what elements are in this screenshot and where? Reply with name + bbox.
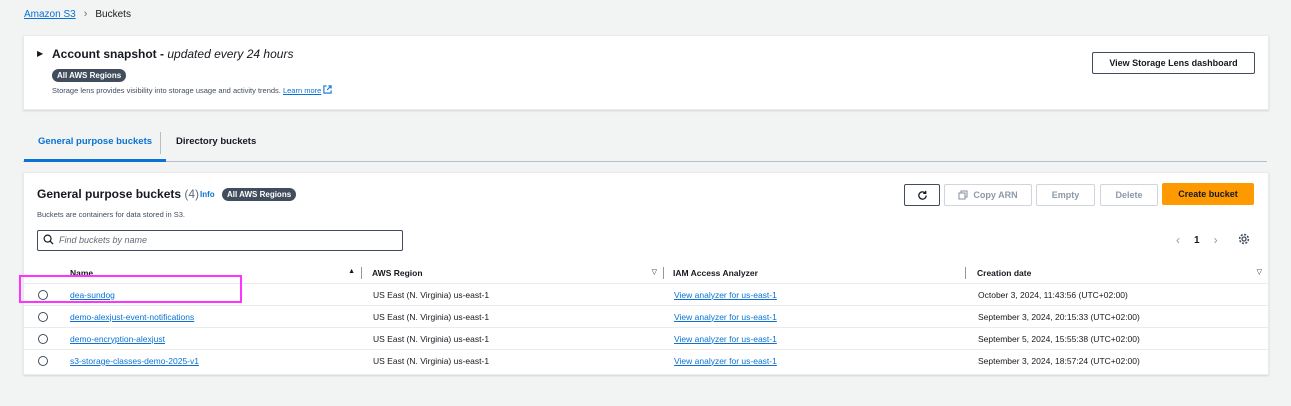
name-cell: demo-encryption-alexjust [70, 327, 361, 350]
bucket-count: (4) [184, 187, 200, 201]
select-cell [24, 305, 70, 328]
info-link[interactable]: Info [200, 190, 215, 199]
panel-description: Buckets are containers for data stored i… [37, 210, 185, 219]
created-cell: October 3, 2024, 11:43:56 (UTC+02:00) [965, 283, 1268, 306]
sort-down-icon[interactable]: ▽ [652, 268, 657, 276]
all-regions-badge: All AWS Regions [52, 69, 127, 82]
delete-button[interactable]: Delete [1100, 184, 1158, 206]
gear-icon[interactable] [1238, 233, 1250, 245]
breadcrumb: Amazon S3 › Buckets [24, 8, 131, 20]
refresh-button[interactable] [904, 184, 940, 206]
region-cell: US East (N. Virginia) us-east-1 [361, 327, 663, 350]
view-analyzer-link[interactable]: View analyzer for us-east-1 [674, 334, 777, 344]
table-row: demo-encryption-alexjust US East (N. Vir… [24, 327, 1268, 350]
column-header-created[interactable]: Creation date ▽ [965, 263, 1268, 284]
expand-caret-icon[interactable]: ▶ [37, 49, 43, 58]
buckets-panel: General purpose buckets (4) Info All AWS… [23, 172, 1269, 375]
bucket-name-link[interactable]: s3-storage-classes-demo-2025-v1 [70, 356, 199, 366]
snapshot-title-separator: - [160, 47, 165, 61]
pagination: ‹ 1 › [1176, 233, 1218, 247]
sort-ascending-icon[interactable]: ▲ [348, 268, 355, 275]
snapshot-title-text: Account snapshot [52, 47, 157, 61]
sort-down-icon[interactable]: ▽ [1257, 268, 1262, 276]
analyzer-cell: View analyzer for us-east-1 [663, 305, 965, 328]
view-storage-lens-button[interactable]: View Storage Lens dashboard [1092, 52, 1255, 74]
search-icon [43, 234, 54, 245]
row-radio[interactable] [38, 311, 48, 322]
highlight-annotation [19, 275, 242, 303]
analyzer-cell: View analyzer for us-east-1 [663, 283, 965, 306]
tab-divider [160, 132, 161, 154]
region-cell: US East (N. Virginia) us-east-1 [361, 305, 663, 328]
column-created-label: Creation date [977, 268, 1032, 278]
view-analyzer-link[interactable]: View analyzer for us-east-1 [674, 356, 777, 366]
tab-general-purpose-buckets[interactable]: General purpose buckets [23, 136, 167, 162]
account-snapshot-panel: ▶ Account snapshot - updated every 24 ho… [23, 35, 1269, 110]
name-cell: s3-storage-classes-demo-2025-v1 [70, 350, 361, 372]
created-cell: September 5, 2024, 15:55:38 (UTC+02:00) [965, 327, 1268, 350]
create-bucket-button[interactable]: Create bucket [1162, 183, 1254, 205]
select-cell [24, 350, 70, 372]
region-cell: US East (N. Virginia) us-east-1 [361, 283, 663, 306]
panel-title: General purpose buckets (4) [37, 187, 199, 201]
region-cell: US East (N. Virginia) us-east-1 [373, 355, 490, 366]
bucket-name-link[interactable]: demo-alexjust-event-notifications [70, 312, 194, 322]
column-region-label: AWS Region [372, 268, 423, 278]
snapshot-description-text: Storage lens provides visibility into st… [52, 86, 281, 95]
select-cell [24, 327, 70, 350]
empty-button[interactable]: Empty [1036, 184, 1095, 206]
bucket-tabs: General purpose buckets Directory bucket… [23, 128, 1267, 162]
column-divider [663, 267, 664, 279]
learn-more-link[interactable]: Learn more [283, 86, 321, 95]
chevron-left-icon[interactable]: ‹ [1176, 233, 1180, 247]
chevron-right-icon[interactable]: › [1214, 233, 1218, 247]
copy-icon [958, 190, 968, 200]
created-cell: September 3, 2024, 20:15:33 (UTC+02:00) [965, 305, 1268, 328]
bucket-name-link[interactable]: demo-encryption-alexjust [70, 334, 165, 344]
snapshot-title[interactable]: Account snapshot - updated every 24 hour… [52, 47, 293, 61]
refresh-icon [917, 190, 927, 200]
copy-arn-button[interactable]: Copy ARN [944, 184, 1032, 206]
view-analyzer-link[interactable]: View analyzer for us-east-1 [674, 290, 777, 300]
copy-arn-label: Copy ARN [973, 190, 1018, 200]
breadcrumb-amazon-s3[interactable]: Amazon S3 [24, 9, 76, 20]
view-analyzer-link[interactable]: View analyzer for us-east-1 [674, 312, 777, 322]
name-cell: demo-alexjust-event-notifications [70, 305, 361, 328]
table-row: demo-alexjust-event-notifications US Eas… [24, 305, 1268, 328]
all-regions-badge: All AWS Regions [222, 188, 297, 201]
chevron-right-icon: › [83, 8, 88, 20]
search-input[interactable] [59, 233, 389, 247]
column-divider [965, 267, 966, 279]
snapshot-description: Storage lens provides visibility into st… [52, 85, 333, 95]
analyzer-cell: View analyzer for us-east-1 [663, 350, 965, 372]
analyzer-cell: View analyzer for us-east-1 [663, 327, 965, 350]
column-analyzer-label: IAM Access Analyzer [673, 268, 758, 278]
panel-title-text: General purpose buckets [37, 187, 182, 201]
table-row: s3-storage-classes-demo-2025-v1 US East … [24, 350, 1268, 372]
column-divider [361, 267, 362, 279]
page-number[interactable]: 1 [1194, 235, 1200, 246]
column-header-analyzer[interactable]: IAM Access Analyzer [663, 263, 965, 284]
breadcrumb-current: Buckets [95, 8, 131, 20]
column-header-region[interactable]: AWS Region ▽ [361, 263, 663, 284]
bucket-search [37, 230, 403, 251]
external-link-icon [323, 85, 333, 94]
tab-directory-buckets[interactable]: Directory buckets [176, 136, 256, 147]
created-cell: September 3, 2024, 18:57:24 (UTC+02:00) [978, 355, 1140, 366]
snapshot-subtitle: updated every 24 hours [167, 47, 294, 61]
row-radio[interactable] [38, 355, 48, 366]
row-radio[interactable] [38, 333, 48, 344]
